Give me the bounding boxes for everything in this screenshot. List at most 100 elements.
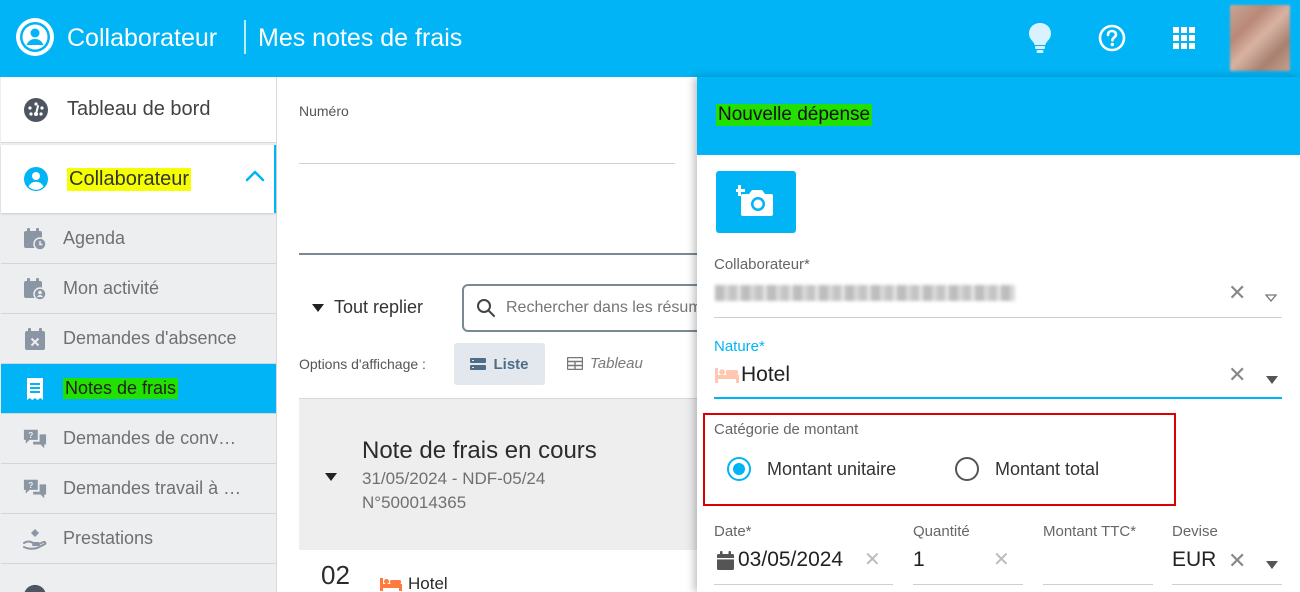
collapse-all-toggle[interactable]: Tout replier — [312, 297, 423, 318]
nature-label: Nature* — [714, 338, 765, 355]
nature-select[interactable]: Hotel — [715, 363, 790, 387]
new-expense-panel: Nouvelle dépense Collaborateur* ✕ Nature… — [697, 77, 1300, 592]
amount-label: Montant TTC* — [1043, 523, 1137, 540]
caret-down-outline-icon[interactable] — [1264, 289, 1278, 307]
radio-checked-icon — [727, 457, 751, 481]
sidebar-item-label: Demandes de conv… — [63, 428, 237, 448]
radio-montant-unitaire[interactable]: Montant unitaire — [727, 457, 896, 481]
sidebar-item-collaborateur[interactable]: Collaborateur — [1, 145, 276, 213]
sidebar-item-agenda[interactable]: Agenda — [1, 214, 276, 264]
card-number: N°500014365 — [362, 493, 467, 512]
sidebar-item-notes-de-frais[interactable]: Notes de frais — [1, 364, 276, 414]
page-title: Mes notes de frais — [258, 24, 463, 52]
sidebar-item-mon-activite[interactable]: Mon activité — [1, 264, 276, 314]
clear-icon[interactable]: ✕ — [1228, 364, 1246, 386]
user-circle-icon — [23, 166, 49, 192]
lightbulb-icon[interactable] — [1024, 22, 1056, 54]
bed-icon — [715, 367, 739, 383]
top-bar: Collaborateur Mes notes de frais — [0, 0, 1300, 77]
avatar[interactable] — [1230, 5, 1290, 71]
sidebar-item-demandes-travail[interactable]: ? Demandes travail à … — [1, 464, 276, 514]
help-icon[interactable] — [1096, 22, 1128, 54]
clear-icon[interactable]: ✕ — [993, 550, 1010, 570]
quantity-underline — [913, 584, 1023, 585]
radio-label: Montant unitaire — [767, 458, 897, 479]
sidebar-item-demandes-absence[interactable]: Demandes d'absence — [1, 314, 276, 364]
receipt-icon — [23, 377, 47, 401]
panel-title: Nouvelle dépense — [716, 104, 873, 126]
quantity-label: Quantité — [913, 523, 970, 540]
radio-montant-total[interactable]: Montant total — [955, 457, 1099, 481]
sidebar-item-dashboard[interactable]: Tableau de bord — [1, 77, 276, 143]
nature-value: Hotel — [741, 363, 791, 386]
view-list-label: Liste — [493, 355, 529, 373]
add-photo-button[interactable] — [716, 171, 796, 233]
sidebar-item-label: Demandes travail à … — [63, 478, 242, 498]
sidebar-item-label: Tableau de bord — [67, 98, 211, 120]
calendar-user-icon — [23, 277, 47, 301]
clear-icon[interactable]: ✕ — [1228, 550, 1246, 572]
amount-category-label: Catégorie de montant — [714, 421, 859, 438]
caret-down-icon[interactable] — [325, 468, 337, 486]
date-value: 03/05/2024 — [738, 548, 844, 571]
search-input[interactable] — [506, 299, 716, 317]
currency-label: Devise — [1172, 523, 1218, 540]
caret-down-icon[interactable] — [1266, 556, 1278, 574]
user-circle-icon[interactable] — [16, 18, 54, 56]
numero-label: Numéro — [299, 103, 349, 119]
caret-down-icon[interactable] — [1266, 371, 1278, 389]
display-options-label: Options d'affichage : — [299, 356, 426, 372]
expense-nature[interactable]: Hotel — [380, 574, 448, 592]
radio-unchecked-icon — [955, 457, 979, 481]
expense-nature-label: Hotel — [408, 574, 448, 592]
panel-header: Nouvelle dépense — [697, 77, 1300, 155]
clear-icon[interactable]: ✕ — [864, 550, 881, 570]
list-icon — [470, 358, 487, 370]
bed-icon — [380, 577, 402, 591]
table-icon — [567, 357, 583, 370]
svg-text:?: ? — [28, 480, 33, 490]
currency-value[interactable]: EUR — [1172, 548, 1216, 572]
collaborateur-value-redacted[interactable] — [715, 285, 1015, 301]
chevron-up-icon[interactable] — [245, 169, 265, 183]
apps-grid-icon[interactable] — [1168, 22, 1200, 54]
sidebar-item-label: Prestations — [63, 528, 154, 548]
view-list-button[interactable]: Liste — [454, 343, 545, 385]
date-label: Date* — [714, 523, 752, 540]
caret-down-icon — [312, 303, 324, 312]
sidebar-item-partial[interactable] — [1, 571, 276, 592]
amount-input[interactable] — [1043, 584, 1153, 585]
svg-text:?: ? — [28, 430, 33, 440]
sidebar-item-label: Mon activité — [63, 278, 160, 298]
partial-circle-icon — [23, 584, 47, 592]
app-title[interactable]: Collaborateur — [67, 24, 217, 53]
calendar-icon — [717, 550, 734, 570]
numero-field-underline[interactable] — [299, 163, 675, 164]
date-underline — [714, 584, 893, 585]
filter-divider — [299, 253, 699, 255]
search-icon — [476, 298, 496, 318]
currency-underline — [1172, 584, 1282, 585]
sidebar-item-demandes-conv[interactable]: ? Demandes de conv… — [1, 414, 276, 464]
card-date-ref: 31/05/2024 - NDF-05/24 — [362, 469, 546, 488]
expense-day: 02 — [321, 560, 350, 590]
date-field[interactable]: 03/05/2024 — [717, 548, 843, 572]
chat-bubbles-icon: ? — [23, 427, 47, 451]
collaborateur-underline — [714, 317, 1282, 318]
quantity-input[interactable]: 1 — [913, 548, 925, 572]
calendar-clock-icon — [23, 227, 47, 251]
card-title: Note de frais en cours — [362, 437, 597, 464]
collaborateur-label: Collaborateur* — [714, 256, 810, 273]
sidebar-item-label: Collaborateur — [67, 167, 192, 191]
toggle-label: Tout replier — [334, 297, 424, 317]
nature-underline — [714, 397, 1282, 399]
hand-icon — [23, 527, 47, 551]
search-box[interactable] — [462, 284, 722, 332]
sidebar-item-label: Demandes d'absence — [63, 328, 237, 348]
sidebar-item-prestations[interactable]: Prestations — [1, 514, 276, 564]
sidebar-item-label: Notes de frais — [63, 378, 179, 399]
sidebar-item-label: Agenda — [63, 228, 126, 248]
view-table-button[interactable]: Tableau — [567, 355, 643, 372]
clear-icon[interactable]: ✕ — [1228, 282, 1246, 304]
sidebar: Tableau de bord Collaborateur Agenda Mon… — [0, 77, 277, 592]
